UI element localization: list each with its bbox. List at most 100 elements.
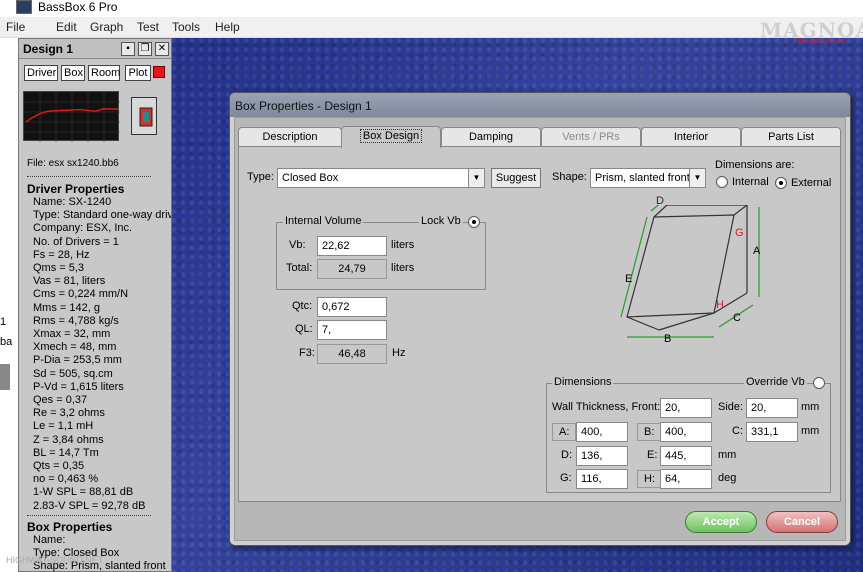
box-properties-title: Box Properties — [27, 520, 113, 534]
driver-properties-title: Driver Properties — [27, 182, 125, 196]
menu-help[interactable]: Help — [215, 20, 240, 34]
b-label: B: — [637, 423, 661, 441]
diagram-label-a: A — [753, 245, 761, 257]
f3-value: 46,48 — [317, 344, 387, 364]
dimension-d-input[interactable]: 136, — [576, 446, 628, 466]
driver-property-line: Type: Standard one-way driver — [33, 209, 171, 222]
left-background-strip — [0, 38, 18, 572]
panel-tab-plot[interactable]: Plot — [125, 65, 151, 81]
h-label: H: — [637, 470, 661, 488]
tab-parts-list[interactable]: Parts List — [741, 127, 841, 147]
d-label: D: — [561, 449, 572, 461]
dimension-e-input[interactable]: 445, — [660, 446, 712, 466]
driver-property-line: Xmech = 48, mm — [33, 341, 117, 354]
override-vb-radio[interactable] — [813, 377, 825, 389]
dimension-c-input[interactable]: 331,1 — [746, 422, 798, 442]
menu-test[interactable]: Test — [137, 20, 159, 34]
menu-edit[interactable]: Edit — [56, 20, 77, 34]
c-label: C: — [732, 425, 743, 437]
driver-property-line: Re = 3,2 ohms — [33, 407, 105, 420]
driver-property-line: Mms = 142, g — [33, 301, 100, 314]
accept-button[interactable]: Accept — [685, 511, 757, 533]
tab-box-design[interactable]: Box Design — [341, 126, 441, 148]
cancel-button[interactable]: Cancel — [766, 511, 838, 533]
tab-description[interactable]: Description — [238, 127, 342, 147]
app-titlebar: BassBox 6 Pro — [0, 0, 863, 17]
f3-label: F3: — [299, 347, 315, 359]
menu-tools[interactable]: Tools — [172, 20, 200, 34]
save-icon[interactable]: ▪ — [121, 42, 135, 56]
type-select[interactable]: Closed Box ▼ — [277, 168, 485, 188]
dimension-b-input[interactable]: 400, — [660, 422, 712, 442]
diagram-label-e: E — [625, 273, 633, 285]
front-thickness-input[interactable]: 20, — [660, 398, 712, 418]
close-icon[interactable]: ✕ — [155, 42, 169, 56]
divider — [27, 515, 151, 516]
total-value: 24,79 — [317, 259, 387, 279]
driver-property-line: Fs = 28, Hz — [33, 248, 90, 261]
lock-vb-radio[interactable] — [468, 216, 480, 228]
dialog-title: Box Properties - Design 1 — [235, 99, 372, 113]
tab-vents-prs[interactable]: Vents / PRs — [541, 127, 641, 147]
tab-interior[interactable]: Interior — [641, 127, 741, 147]
response-graph-thumbnail[interactable] — [23, 91, 120, 142]
driver-property-line: Cms = 0,224 mm/N — [33, 288, 129, 301]
file-name: File: esx sx1240.bb6 — [27, 158, 119, 169]
dialog-titlebar[interactable]: Box Properties - Design 1 — [230, 93, 850, 117]
a-label: A: — [552, 423, 576, 441]
divider — [27, 176, 151, 177]
driver-property-line: No. of Drivers = 1 — [33, 235, 119, 248]
tab-damping[interactable]: Damping — [441, 127, 541, 147]
shape-select-value: Prism, slanted front — [595, 172, 690, 184]
plot-color-swatch[interactable] — [153, 66, 165, 78]
driver-property-line: Company: ESX, Inc. — [33, 222, 133, 235]
driver-property-line: Name: SX-1240 — [33, 196, 112, 208]
shape-select[interactable]: Prism, slanted front ▼ — [590, 168, 706, 188]
total-label: Total: — [286, 262, 313, 274]
vb-input[interactable]: 22,62 — [317, 236, 387, 256]
driver-property-line: Qms = 5,3 — [33, 262, 85, 274]
type-label: Type: — [247, 171, 274, 183]
vb-unit: liters — [391, 239, 415, 251]
dimension-h-input[interactable]: 64, — [660, 469, 712, 489]
shape-label: Shape: — [552, 171, 587, 183]
copy-icon[interactable]: ❐ — [138, 42, 152, 56]
internal-label: Internal — [732, 176, 769, 188]
box-shape-diagram — [620, 205, 760, 338]
dimensions-title: Dimensions — [552, 376, 614, 388]
driver-box-thumbnail-icon[interactable] — [131, 97, 157, 135]
menu-file[interactable]: File — [6, 20, 25, 34]
external-radio[interactable] — [775, 177, 787, 189]
panel-tab-room[interactable]: Room — [88, 65, 120, 81]
ql-input[interactable]: 7, — [317, 320, 387, 340]
mm-unit: mm — [718, 449, 737, 461]
qtc-label: Qtc: — [292, 300, 313, 312]
mm-unit: mm — [801, 425, 820, 437]
diagram-label-d: D — [656, 195, 664, 207]
panel-tab-box[interactable]: Box — [61, 65, 85, 81]
internal-volume-title: Internal Volume — [283, 215, 364, 227]
external-label: External — [791, 177, 832, 189]
dimension-g-input[interactable]: 116, — [576, 469, 628, 489]
wall-thickness-label: Wall Thickness, Front: — [552, 401, 661, 413]
dimension-a-input[interactable]: 400, — [576, 422, 628, 442]
panel-tab-driver[interactable]: Driver — [24, 65, 58, 81]
side-thickness-input[interactable]: 20, — [746, 398, 798, 418]
box-properties-dialog: Box Properties - Design 1 Description Bo… — [229, 92, 851, 546]
menu-graph[interactable]: Graph — [90, 20, 123, 34]
mm-unit: mm — [801, 401, 820, 413]
app-title: BassBox 6 Pro — [38, 0, 118, 14]
design-panel-title: Design 1 — [23, 42, 74, 56]
strip-text-2: ba — [0, 336, 13, 348]
design-panel-header: Design 1 ▪ ❐ ✕ — [19, 39, 171, 59]
g-label: G: — [560, 472, 572, 484]
qtc-input[interactable]: 0,672 — [317, 297, 387, 317]
suggest-button[interactable]: Suggest — [491, 168, 541, 188]
driver-property-line: Qes = 0,37 — [33, 394, 88, 406]
driver-property-line: no = 0,463 % — [33, 473, 99, 486]
diagram-label-c: C — [733, 312, 741, 324]
driver-property-line: BL = 14,7 Tm — [33, 446, 99, 459]
driver-property-line: Le = 1,1 mH — [33, 420, 94, 433]
box-property-line: Name: — [33, 534, 66, 546]
internal-radio[interactable] — [716, 176, 728, 188]
